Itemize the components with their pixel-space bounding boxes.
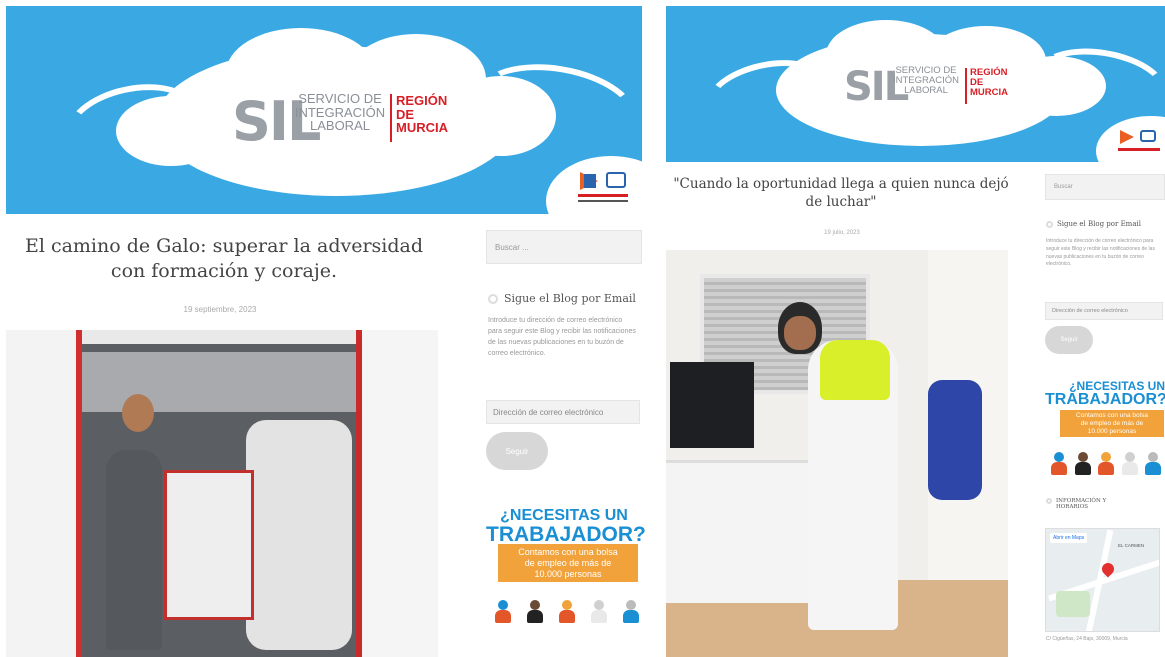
person-icon [1097, 452, 1115, 476]
region-line: MURCIA [396, 120, 448, 136]
ad-orange-strip: Contamos con una bolsa de empleo de más … [498, 544, 638, 583]
partner-logo-bar [578, 200, 628, 202]
person-icon [1121, 452, 1139, 476]
logo-sub-line: LABORAL [310, 118, 370, 134]
post-date: 19 julio, 2023 [824, 230, 860, 236]
logo-subtitle: SERVICIO DE INTEGRACIÓN LABORAL [292, 92, 388, 133]
worker-head [122, 394, 154, 432]
laundry-bags [246, 420, 352, 650]
desk [666, 460, 816, 603]
logo-region-murcia: REGIÓN DE MURCIA [970, 68, 1008, 98]
post-title[interactable]: "Cuando la oportunidad llega a quien nun… [666, 176, 1016, 211]
ad-heading-line: TRABAJADOR? [486, 523, 646, 546]
person-icon [1144, 452, 1162, 476]
ad-strip-line: 10.000 personas [534, 568, 602, 579]
van-door-left [6, 330, 82, 657]
email-field[interactable]: Dirección de correo electrónico [486, 400, 640, 424]
circle-icon [1046, 498, 1052, 504]
logo-sub-line: SERVICIO DE [298, 91, 382, 106]
partner-logo-bar [1118, 148, 1160, 151]
follow-blog-description: Introduce tu dirección de correo electró… [488, 317, 636, 357]
ad-people-row [1050, 452, 1162, 476]
blog-post-screenshot-oportunidad: SIL SERVICIO DE INTEGRACIÓN LABORAL REGI… [662, 0, 1165, 657]
header-banner[interactable]: SIL SERVICIO DE INTEGRACIÓN LABORAL REGI… [666, 6, 1165, 162]
worker-person [106, 450, 162, 650]
partner-logo-icon [584, 174, 596, 188]
partner-logos [1114, 124, 1164, 158]
ad-strip-line: Contamos con una bolsa [1076, 412, 1148, 419]
worker-face [784, 316, 816, 350]
logo-region-murcia: REGIÓN DE MURCIA [396, 94, 448, 135]
person-icon [558, 600, 576, 624]
logo-sub-line: INTEGRACIÓN [294, 104, 386, 120]
post-title[interactable]: El camino de Galo: superar la adversidad… [6, 234, 442, 283]
ad-heading-line: TRABAJADOR? [1045, 391, 1165, 408]
job-ad-banner[interactable]: ¿NECESITAS UN TRABAJADOR? [486, 507, 646, 546]
partner-logos [572, 164, 634, 210]
map-park [1056, 591, 1090, 617]
person-icon [1074, 452, 1092, 476]
person-icon [526, 600, 544, 624]
van-door-right [356, 330, 438, 657]
office-chair [928, 380, 982, 500]
region-line: MURCIA [970, 86, 1008, 98]
person-icon [622, 600, 640, 624]
map-area-label: EL CARMEN [1118, 543, 1145, 548]
ad-heading-line: ¿NECESITAS UN [500, 507, 628, 524]
ad-strip-line: de empleo de más de [1080, 419, 1144, 427]
partner-logo-icon [1120, 130, 1134, 144]
monitor [670, 362, 754, 448]
ad-strip-line: de empleo de más de [524, 557, 612, 568]
ad-orange-strip: Contamos con una bolsa de empleo de más … [1060, 410, 1164, 438]
partner-logo-bar [578, 194, 628, 197]
header-banner[interactable]: SIL SERVICIO DE INTEGRACIÓN LABORAL REGI… [6, 6, 642, 214]
region-line: REGIÓN [396, 93, 448, 108]
person-icon [494, 600, 512, 624]
post-date: 19 septiembre, 2023 [183, 305, 257, 314]
search-input[interactable]: Buscar [1045, 174, 1165, 200]
person-icon [1050, 452, 1068, 476]
follow-blog-title: Sigue el Blog por Email [504, 292, 636, 305]
ad-strip-line: Contamos con una bolsa [518, 547, 618, 557]
job-ad-banner[interactable]: ¿NECESITAS UN TRABAJADOR? [1045, 380, 1165, 408]
info-hours-title: INFORMACIÓN Y HORARIOS [1056, 498, 1107, 510]
follow-blog-title: Sigue el Blog por Email [1057, 220, 1141, 228]
email-field[interactable]: Dirección de correo electrónico [1045, 302, 1163, 320]
follow-blog-heading: Sigue el Blog por Email [488, 292, 636, 305]
post-photo-office[interactable] [666, 250, 1008, 657]
logo-sub-line: LABORAL [904, 84, 948, 96]
info-hours-heading: INFORMACIÓN Y HORARIOS [1046, 498, 1126, 510]
ad-people-row [494, 600, 640, 624]
follow-blog-description: Introduce tu dirección de correo electró… [1046, 238, 1155, 268]
address-text: C/ Cigüeñas, 24 Bajo, 30009, Murcia [1046, 636, 1128, 642]
blog-post-screenshot-galo: SIL SERVICIO DE INTEGRACIÓN LABORAL REGI… [0, 0, 648, 657]
ad-strip-line: 10.000 personas [1087, 427, 1137, 435]
logo-divider [965, 68, 967, 104]
location-map[interactable]: Abrir en Maps EL CARMEN [1045, 528, 1160, 632]
circle-icon [1046, 220, 1053, 228]
map-link[interactable]: Abrir en Maps [1050, 533, 1088, 543]
partner-logo-icon [606, 172, 626, 188]
post-photo-van[interactable] [6, 330, 438, 657]
laundry-cart [164, 470, 254, 620]
follow-blog-heading: Sigue el Blog por Email [1046, 220, 1141, 228]
logo-divider [390, 94, 392, 142]
circle-icon [488, 293, 498, 304]
person-icon [590, 600, 608, 624]
logo-subtitle: SERVICIO DE INTEGRACIÓN LABORAL [890, 66, 962, 96]
follow-button[interactable]: Seguir [1045, 326, 1093, 354]
follow-button[interactable]: Seguir [486, 432, 548, 470]
partner-logo-icon [1140, 130, 1156, 142]
search-input[interactable]: Buscar ... [486, 230, 642, 264]
worker-vest [820, 340, 890, 400]
region-line: DE [396, 106, 415, 122]
van-ceiling [76, 352, 356, 412]
